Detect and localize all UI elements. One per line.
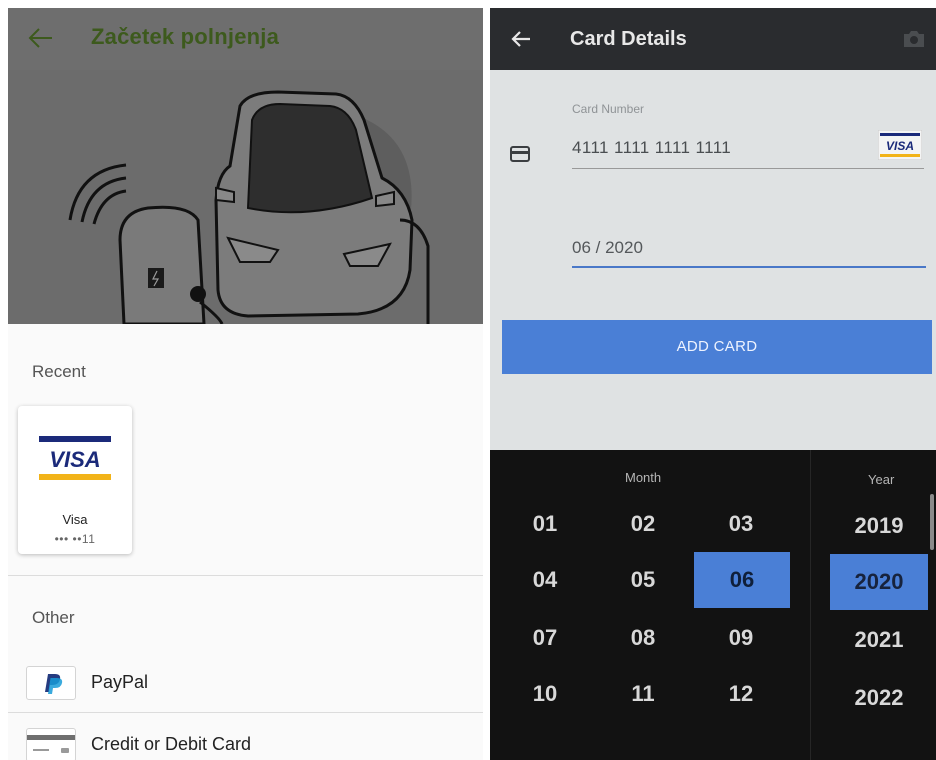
credit-card-icon (510, 146, 530, 162)
card-masked-number: ••• ••11 (54, 532, 96, 546)
page-title: Začetek polnjenja (91, 24, 280, 49)
visa-logo-icon: VISA (39, 436, 111, 480)
camera-icon[interactable] (902, 29, 926, 49)
month-option-selected[interactable]: 06 (694, 552, 790, 608)
card-number-label: Card Number (572, 102, 645, 116)
paypal-option[interactable]: PayPal (8, 658, 483, 708)
month-option[interactable]: 10 (500, 666, 590, 722)
card-brand-name: Visa (62, 512, 88, 527)
paypal-label: PayPal (91, 672, 149, 692)
month-option[interactable]: 04 (500, 552, 590, 608)
credit-debit-card-label: Credit or Debit Card (91, 734, 252, 754)
year-option[interactable]: 2021 (830, 612, 928, 668)
card-number-underline (572, 168, 924, 169)
month-option[interactable]: 07 (500, 610, 590, 666)
back-arrow-icon[interactable] (510, 28, 532, 50)
row-divider (8, 712, 483, 713)
ev-charging-illustration (8, 70, 483, 324)
page-title: Card Details (570, 28, 687, 50)
back-arrow-icon[interactable] (26, 24, 54, 52)
year-option[interactable]: 2022 (830, 670, 928, 726)
picker-scrollbar[interactable] (930, 494, 934, 550)
recent-section-label: Recent (32, 362, 86, 381)
month-option[interactable]: 11 (598, 666, 688, 722)
credit-card-icon (26, 728, 76, 760)
expiry-date-input[interactable]: 06 / 2020 (572, 238, 643, 258)
app-bar: Začetek polnjenja (8, 8, 483, 71)
card-details-screen: Card Details Card Number 4111 1111 1111 … (490, 8, 936, 760)
year-option[interactable]: 2019 (830, 498, 928, 554)
month-option[interactable]: 03 (696, 496, 786, 552)
visa-badge-icon: VISA (878, 130, 922, 160)
expiry-date-picker: Month Year 01 02 03 04 05 06 07 08 09 10… (490, 450, 936, 760)
paypal-icon (26, 666, 76, 700)
month-option[interactable]: 02 (598, 496, 688, 552)
visa-badge-text: VISA (886, 139, 914, 153)
month-option[interactable]: 12 (696, 666, 786, 722)
recent-visa-card[interactable]: VISA Visa ••• ••11 (18, 406, 132, 554)
card-form: Card Number 4111 1111 1111 1111 VISA 06 … (490, 70, 936, 450)
month-option[interactable]: 05 (598, 552, 688, 608)
payment-sheet: Recent VISA Visa ••• ••11 Other PayPal C… (8, 324, 483, 760)
credit-debit-card-option[interactable]: Credit or Debit Card (8, 720, 483, 760)
app-bar: Card Details (490, 8, 936, 70)
year-header: Year (868, 472, 895, 487)
year-option-selected[interactable]: 2020 (830, 554, 928, 610)
section-divider (8, 575, 483, 576)
other-section-label: Other (32, 608, 75, 627)
picker-divider (810, 450, 811, 760)
add-card-button[interactable]: ADD CARD (502, 320, 932, 374)
month-option[interactable]: 09 (696, 610, 786, 666)
card-number-input[interactable]: 4111 1111 1111 1111 (572, 138, 731, 158)
payment-method-screen: Začetek polnjenja Recent VISA Visa ••• •… (8, 8, 483, 760)
visa-logo-text: VISA (49, 447, 100, 472)
month-header: Month (625, 470, 662, 485)
month-option[interactable]: 01 (500, 496, 590, 552)
month-option[interactable]: 08 (598, 610, 688, 666)
expiry-underline (572, 266, 926, 268)
